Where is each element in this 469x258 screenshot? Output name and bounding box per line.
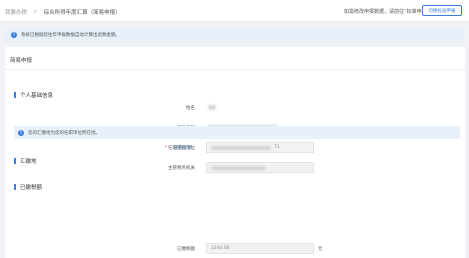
tax-office-label: 主管税务机关 (168, 166, 195, 171)
section-title: 个人基础信息 (20, 93, 54, 99)
required-mark: * (164, 146, 167, 151)
section-marker (14, 184, 16, 190)
card-title: 简易申报 (10, 58, 33, 64)
section-prepaid: 已缴税额 (14, 183, 42, 191)
info-icon: ! (18, 129, 24, 136)
paid-tax-field: 2240.00 (206, 243, 314, 254)
section-title: 汇缴地 (20, 159, 37, 165)
section-title: 已缴税额 (20, 185, 43, 191)
section-remit: 汇缴地 (14, 157, 37, 165)
chevron-right-icon: > (33, 9, 38, 15)
employer-select[interactable]: 71 (206, 142, 314, 153)
info-icon: ! (11, 31, 17, 38)
employer-label: *任职受雇单位 (115, 145, 195, 151)
paid-tax-value: 2240.00 (211, 246, 230, 251)
paid-tax-unit: 元 (318, 247, 323, 252)
top-bar: 我要办税 > 综合所得年度汇算（简易申报） 如需修改申报数据，请前往“标准申报”… (0, 0, 469, 22)
tax-office-value-redacted (211, 165, 266, 170)
name-label: 姓名 (186, 106, 195, 111)
employer-label-text: 任职受雇单位 (168, 146, 195, 151)
remit-notice: ! 您的汇缴地为您的任职单位所在地。 (14, 126, 460, 139)
paid-tax-label: 已缴税额 (177, 247, 195, 252)
breadcrumb: 我要办税 > 综合所得年度汇算（简易申报） (5, 8, 121, 16)
employer-suffix: 71 (274, 145, 280, 150)
switch-standard-button[interactable]: 切换标准申报 (422, 5, 462, 16)
breadcrumb-current: 综合所得年度汇算（简易申报） (43, 10, 121, 16)
name-value-redacted (208, 105, 216, 110)
section-marker (14, 92, 16, 98)
notice-banner: ! 系统已根据您往年申报数据自动计算出退税金额。 (5, 28, 465, 41)
notice-text: 系统已根据您往年申报数据自动计算出退税金额。 (21, 32, 120, 38)
breadcrumb-parent[interactable]: 我要办税 (5, 8, 27, 16)
divider (5, 69, 465, 70)
employer-value-redacted (211, 145, 271, 150)
remit-notice-text: 您的汇缴地为您的任职单位所在地。 (28, 130, 100, 136)
tax-office-field (206, 162, 314, 173)
section-marker (14, 158, 16, 164)
section-basic-info: 个人基础信息 (14, 91, 53, 99)
